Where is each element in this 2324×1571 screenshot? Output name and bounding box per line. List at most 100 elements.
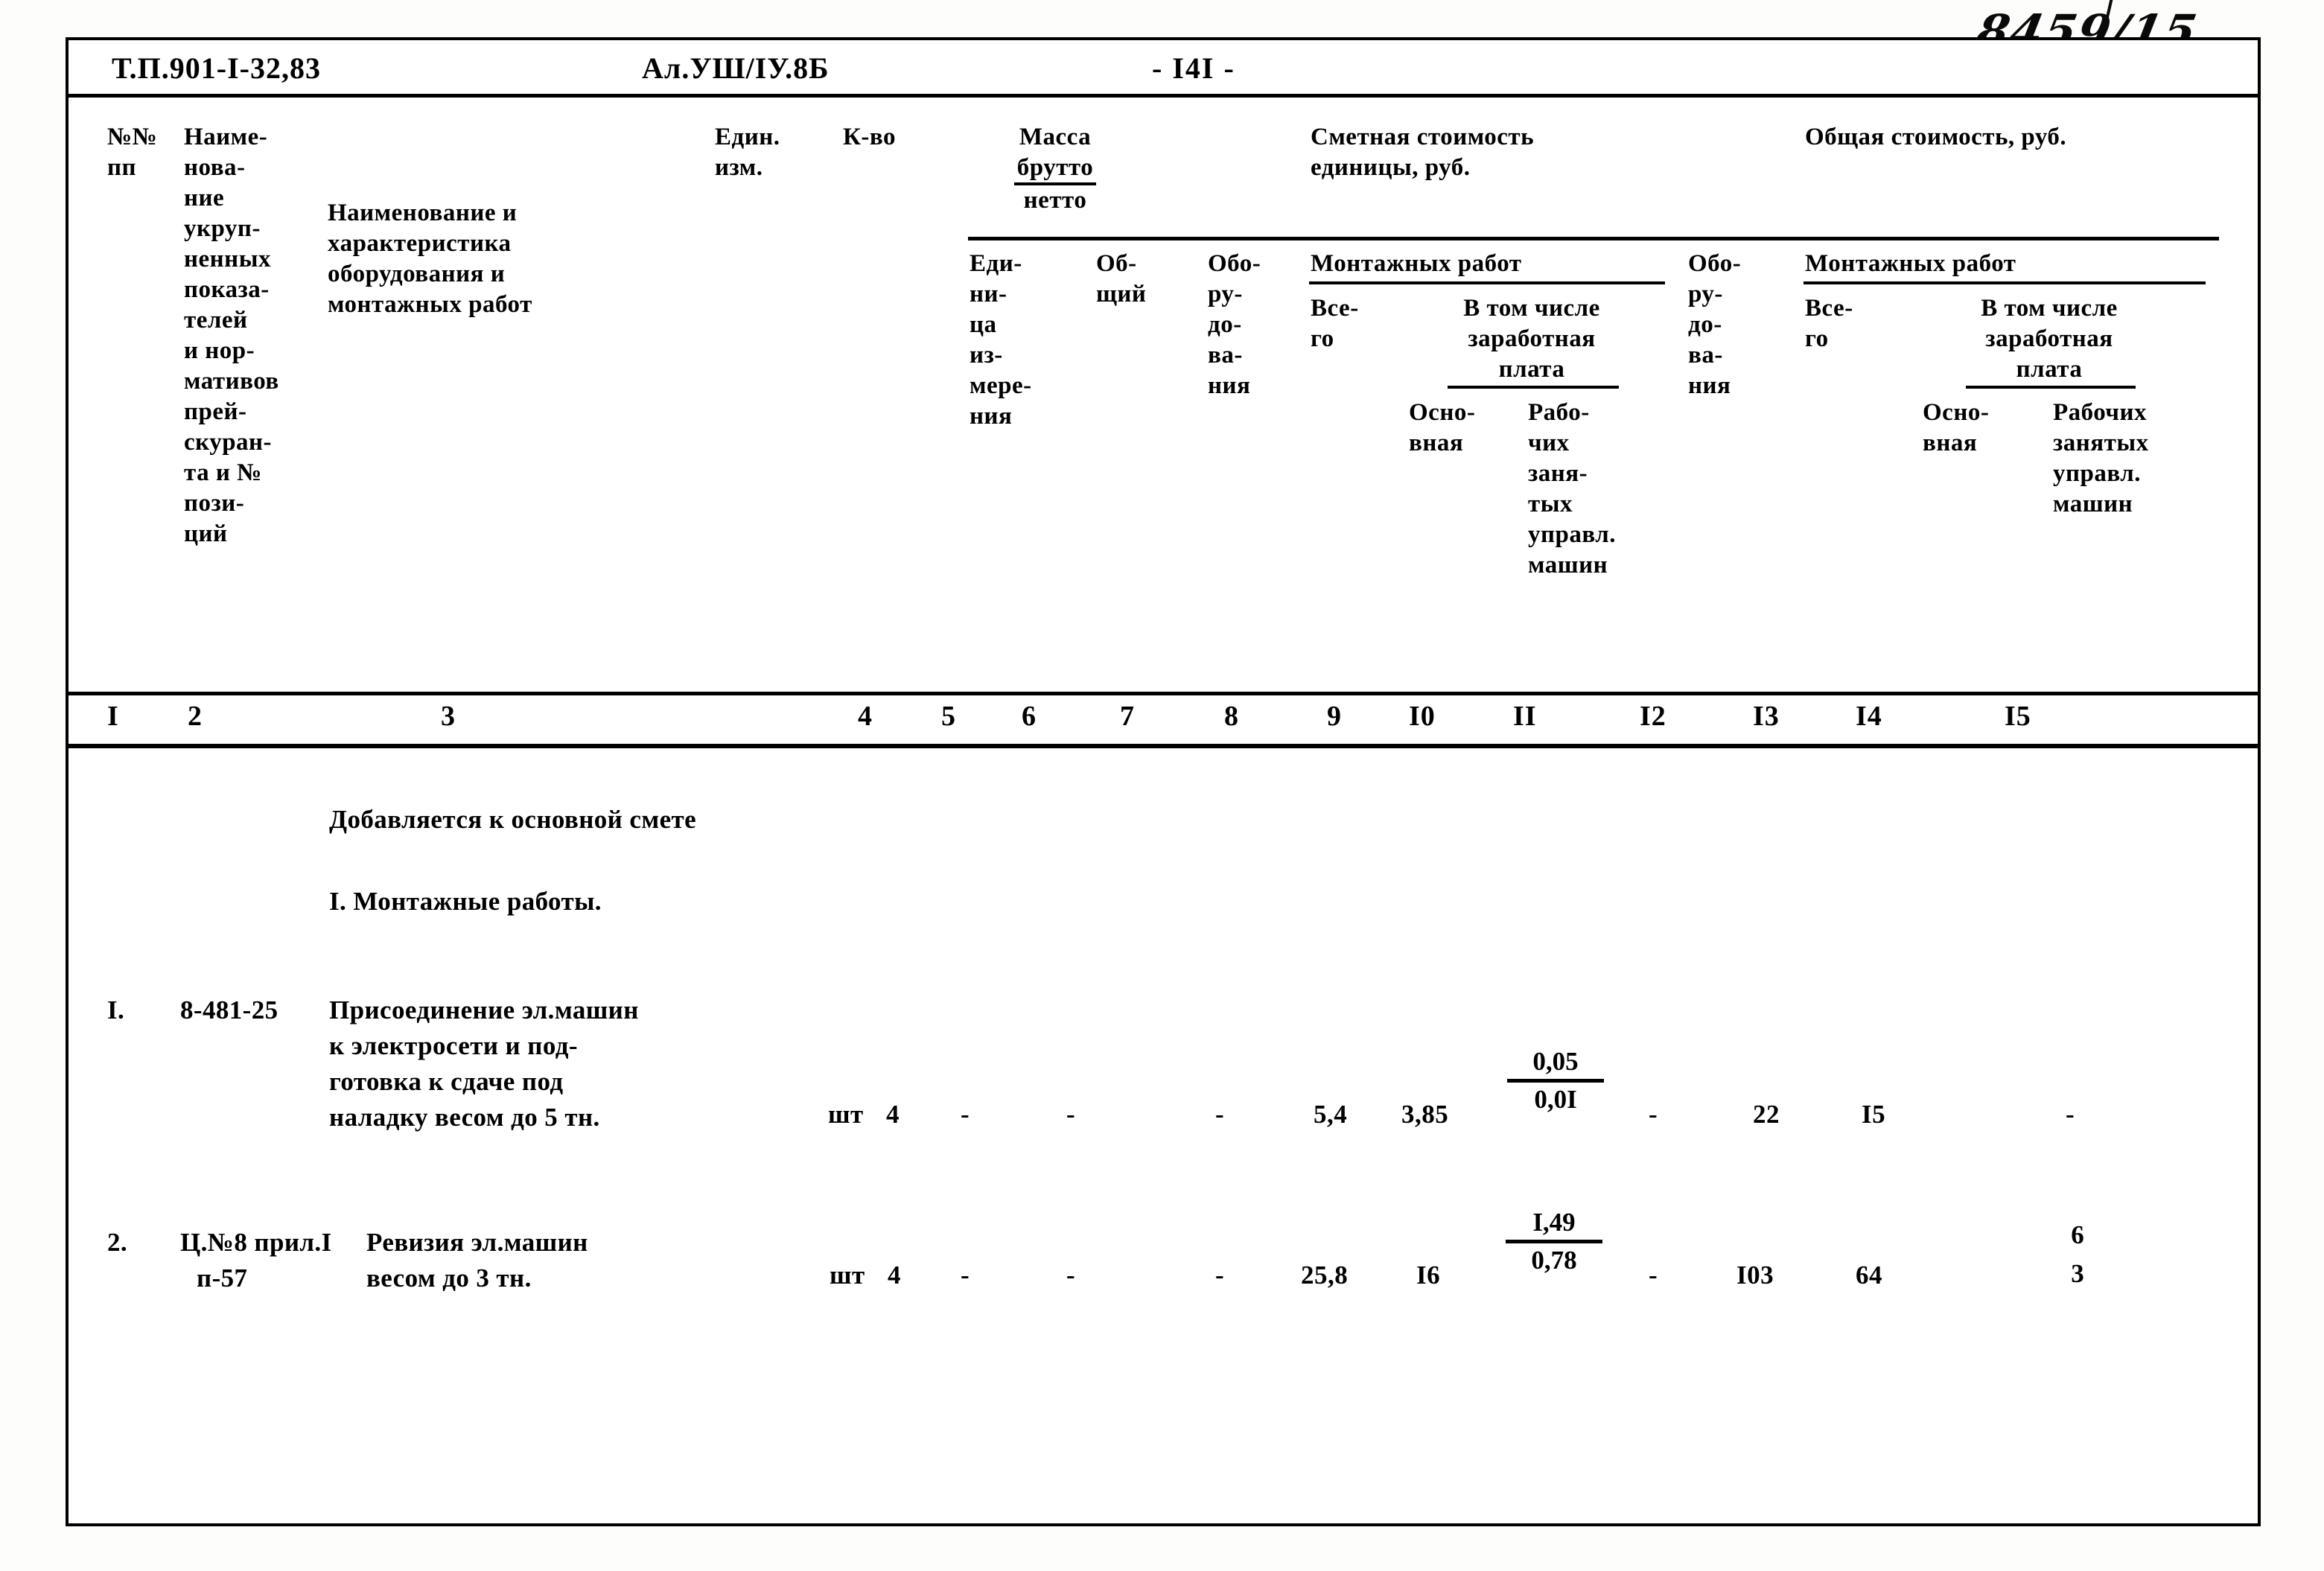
header-col-8: Обо-ру-до-ва-ния [1208,250,1261,399]
incl-wages-right-l2: заработная [1985,325,2113,352]
header-montage-underline-right [1804,281,2206,284]
row1-code: 8-481-25 [180,995,278,1025]
row1-number: I. [107,995,125,1025]
header-group-total-cost: Общая стоимость, руб. [1805,124,2067,150]
row2-qty: 4 [888,1261,901,1290]
row1-col14: I5 [1862,1100,1886,1129]
header-unit-cost-line1: Сметная стоимость [1311,124,1535,150]
header-wages-underline-right [1966,386,2136,389]
colnum-10: I0 [1409,701,1436,732]
row1-col10: 3,85 [1401,1100,1449,1129]
colnum-15: I5 [2005,701,2031,732]
header-col-1: №№ пп [107,124,158,181]
header-group-divider-rule [968,237,2219,240]
header-col-14: Осно-вная [1923,399,1990,456]
table-body: Добавляется к основной смете I. Монтажны… [69,748,2258,1523]
colnum-6: 6 [1022,701,1037,732]
incl-wages-right-l1: В том числе [1981,295,2118,322]
row2-col7: - [1066,1261,1075,1290]
row2-col12: - [1649,1261,1658,1290]
section-note: Добавляется к основной смете [329,805,697,834]
row1-col9: 5,4 [1314,1100,1348,1129]
row2-number: 2. [107,1228,128,1257]
colnum-9: 9 [1327,701,1342,732]
colnum-7: 7 [1120,701,1135,732]
page-number: - I4I - [1152,51,1235,85]
colnum-4: 4 [858,701,873,732]
incl-wages-left-l2: заработная [1468,325,1596,352]
header-col-2: Наиме-нова-ние укруп-ненных показа-телей и … [184,124,279,547]
colnum-14: I4 [1856,701,1882,732]
header-col-15: Рабочих занятых управл. машин [2053,399,2149,517]
colnum-2: 2 [188,701,203,732]
row2-col15-top: 6 [2071,1220,2084,1249]
header-montage-underline-left [1309,281,1665,284]
row2-code: Ц.№8 прил.I [180,1228,332,1257]
row1-desc-line-1: Присоединение эл.машин [329,995,639,1025]
header-col-11: Рабо-чих заня-тых управл. машин [1528,399,1617,579]
row1-desc-line-3: готовка к сдаче под [329,1067,564,1096]
colnum-1: I [107,701,119,732]
row2-col11-top: I,49 [1506,1205,1602,1243]
colnum-11: II [1513,701,1537,732]
header-montage-works-left: Монтажных работ [1311,250,1522,277]
header-wages-underline-left [1448,386,1619,389]
header-col-7: Об-щий [1096,250,1147,307]
column-number-row: I 2 3 4 5 6 7 8 9 I0 II I2 I3 I4 I5 [69,695,2258,744]
header-incl-wages-right: В том числе заработная плата [1900,293,2198,385]
row2-col6: - [961,1261,970,1290]
title-strip: Т.П.901-I-32,83 Ал.УШ/IУ.8Б - I4I - [69,40,2258,94]
header-col-5: К-во [843,124,897,150]
incl-wages-left-l1: В том числе [1463,295,1600,322]
row1-col7: - [1066,1100,1075,1129]
table-header: №№ пп Наиме-нова-ние укруп-ненных показа-те… [69,94,2258,692]
row2-code-2: п-57 [197,1264,248,1293]
section-title: I. Монтажные работы. [329,887,602,916]
row2-col11-fraction: I,49 0,78 [1506,1205,1602,1278]
row2-col11-bot: 0,78 [1531,1246,1577,1275]
row1-unit: шт [828,1100,864,1129]
colnum-13: I3 [1753,701,1780,732]
album-code: Ал.УШ/IУ.8Б [642,51,830,85]
row2-col9: 25,8 [1301,1261,1349,1290]
header-unit-cost-line2: единицы, руб. [1311,154,1471,181]
row1-col12: - [1649,1100,1658,1129]
header-group-mass: Масса брутто нетто [970,122,1141,216]
row1-desc-line-4: наладку весом до 5 тн. [329,1103,600,1132]
row1-col11-bot: 0,0I [1534,1085,1577,1114]
header-group-unit-cost: Сметная стоимость единицы, руб. [1311,122,1772,183]
row2-col8: - [1215,1261,1224,1290]
header-montage-works-right: Монтажных работ [1805,250,2016,277]
row2-col14: 64 [1856,1261,1882,1290]
header-col-3: Наименование и характеристика оборудования… [328,200,532,318]
row2-desc-line-1: Ревизия эл.машин [366,1228,588,1257]
scanned-page: 8459/15 Узел зак.13 тир.50 экз. 24 (43ц/… [0,0,2324,1571]
row1-desc-line-2: к электросети и под- [329,1031,578,1060]
header-col-4: Един. изм. [715,124,780,181]
incl-wages-left-l3: плата [1498,356,1565,383]
row2-col13: I03 [1736,1261,1774,1290]
header-mass-brutto: брутто [1013,153,1097,185]
header-col-13: Все-го [1805,295,1853,352]
header-col-12: Обо-ру-до-ва-ния [1688,250,1742,399]
row1-col11-top: 0,05 [1507,1045,1604,1083]
row2-col15-bot: 3 [2071,1259,2084,1288]
document-code: Т.П.901-I-32,83 [112,51,321,85]
row2-col10: I6 [1416,1261,1441,1290]
header-mass-fraction: брутто нетто [1013,153,1097,215]
row1-col6: - [961,1100,970,1129]
colnum-3: 3 [441,701,456,732]
row1-col15: - [2066,1100,2075,1129]
header-col-10: Осно-вная [1409,399,1476,456]
incl-wages-right-l3: плата [2016,356,2083,383]
row2-col15-stack: 6 3 [2055,1216,2100,1293]
document-table-frame: Т.П.901-I-32,83 Ал.УШ/IУ.8Б - I4I - №№ пп… [66,37,2261,1526]
header-mass-netto: нетто [1023,187,1087,214]
header-col-9: Все-го [1311,295,1359,352]
header-col-6: Еди-ни-ца из-мере-ния [970,250,1032,430]
row1-qty: 4 [886,1100,900,1129]
row1-col11-fraction: 0,05 0,0I [1507,1045,1604,1117]
row2-desc-line-2: весом до 3 тн. [366,1264,532,1293]
row1-col13: 22 [1753,1100,1780,1129]
header-mass-label: Масса [1019,124,1092,150]
